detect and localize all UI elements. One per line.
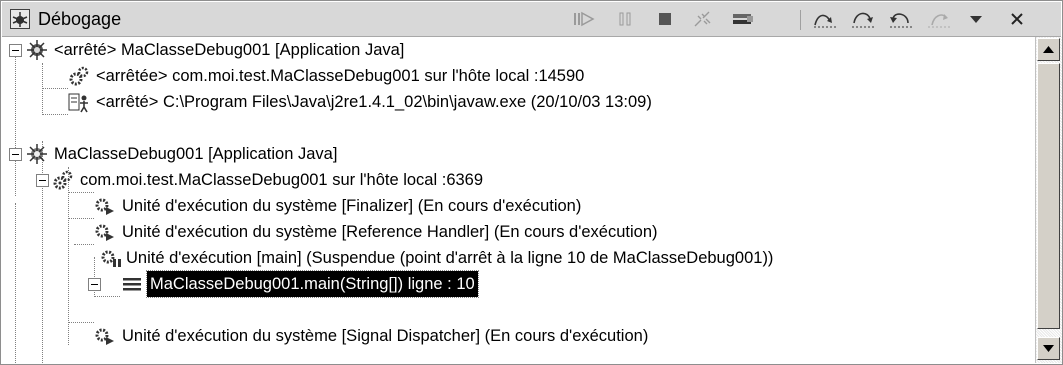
step-over-icon [852,12,874,28]
tree-node-label: <arrêté> C:\Program Files\Java\j2re1.4.1… [96,93,652,111]
tree-node-label: com.moi.test.MaClasseDebug001 sur l'hôte… [80,171,484,189]
tree-connector [68,167,69,345]
close-view-button[interactable] [1002,6,1032,32]
collapse-toggle[interactable] [88,278,101,291]
vertical-scrollbar[interactable] [1035,37,1062,363]
thread-running-icon [95,198,114,215]
launch-icon [27,144,47,164]
chevron-down-icon [970,16,982,23]
scroll-thumb[interactable] [1037,63,1060,329]
tree-connector [94,296,120,297]
collapse-toggle[interactable] [36,174,49,187]
tree-connector [42,114,68,115]
thread-running-icon [95,328,114,345]
suspend-button[interactable] [612,6,638,32]
scroll-down-button[interactable] [1037,337,1060,360]
collapse-toggle[interactable] [9,44,22,57]
tree-connector [42,88,68,89]
collapse-toggle[interactable] [9,148,22,161]
view-title: Débogage [38,9,122,29]
tree-connector [15,50,16,196]
step-return-icon [890,13,912,28]
thread-suspended-icon [101,250,121,267]
remove-terminated-icon [733,14,753,24]
tree-connector [68,218,94,219]
tree-node-label: Unité d'exécution du système [Finalizer]… [122,197,582,215]
view-menu-button[interactable] [962,6,990,32]
tree-connector [42,63,43,115]
tree-node-label: <arrêtée> com.moi.test.MaClasseDebug001 … [96,67,585,85]
drop-to-frame-button[interactable] [924,6,954,32]
stack-frame-icon [123,278,141,291]
tree-node-label: MaClasseDebug001 [Application Java] [54,145,338,163]
launch-terminated-icon [27,40,47,60]
tree-connector [74,244,94,245]
remove-terminated-button[interactable] [728,6,758,32]
arrow-down-icon [1043,345,1054,352]
tree-node-label: Unité d'exécution du système [Reference … [122,223,658,241]
debug-view-icon [10,9,30,29]
suspend-icon [619,12,631,26]
tree-node-label: <arrêté> MaClasseDebug001 [Application J… [54,41,405,59]
tree-node-label: Unité d'exécution du système [Signal Dis… [122,327,649,345]
resume-button[interactable] [570,6,598,32]
close-icon [1011,13,1023,25]
terminate-icon [659,13,671,25]
tree-connector [15,203,16,363]
disconnect-icon [694,11,711,27]
tree-node-label: MaClasseDebug001.main(String[]) ligne : … [146,270,479,298]
toolbar-separator [800,10,801,30]
tree-connector [94,257,95,297]
view-title-bar: Débogage [2,2,1061,37]
step-into-button[interactable] [810,6,840,32]
step-over-button[interactable] [848,6,878,32]
resume-icon [574,11,595,27]
debug-tree: <arrêté> MaClasseDebug001 [Application J… [2,37,1034,363]
process-icon [68,93,88,113]
tree-connector [68,322,94,323]
step-into-icon [814,14,836,28]
drop-to-frame-icon [928,14,950,28]
thread-running-icon [95,224,114,241]
tree-node-label: Unité d'exécution [main] (Suspendue (poi… [126,249,774,267]
arrow-up-icon [1043,46,1054,53]
debug-target-icon [53,170,73,190]
scroll-up-button[interactable] [1037,38,1060,61]
disconnect-button[interactable] [690,6,716,32]
step-return-button[interactable] [886,6,916,32]
terminate-button[interactable] [652,6,678,32]
debug-target-terminated-icon [69,66,89,86]
debug-view: Débogage <arrêté> MaClasseDebug001 [Appl… [0,0,1063,365]
